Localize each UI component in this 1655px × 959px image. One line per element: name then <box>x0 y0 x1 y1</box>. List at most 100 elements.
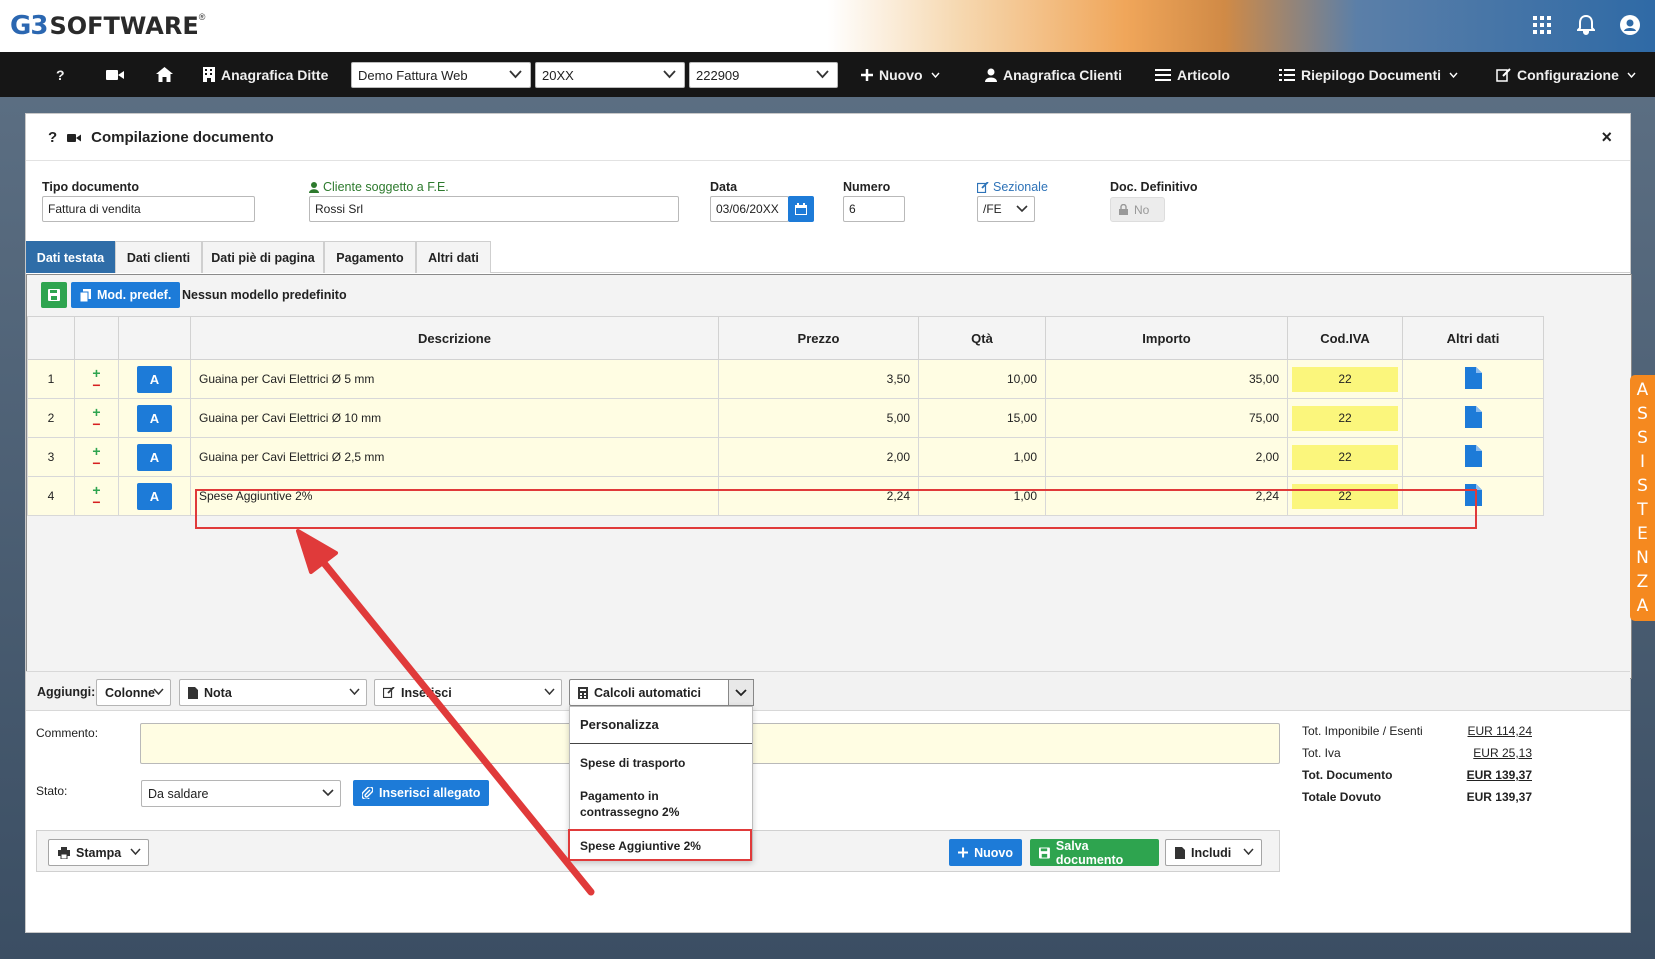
numero-value: 6 <box>849 202 856 216</box>
righe-table: Descrizione Prezzo Qtà Importo Cod.IVA A… <box>27 316 1544 516</box>
prezzo-cell[interactable]: 3,50 <box>718 359 919 399</box>
remove-row-icon[interactable]: − <box>75 456 118 470</box>
configurazione-menu[interactable]: Configurazione <box>1496 52 1642 97</box>
total-iva-value[interactable]: EUR 25,13 <box>1473 746 1532 760</box>
col-qta-header[interactable]: Qtà <box>918 316 1046 360</box>
home-icon[interactable] <box>156 52 179 97</box>
row-number: 3 <box>27 437 75 477</box>
descrizione-cell[interactable]: Guaina per Cavi Elettrici Ø 10 mm <box>190 398 719 438</box>
assistenza-letter: N <box>1636 548 1649 568</box>
qta-cell[interactable]: 1,00 <box>918 437 1046 477</box>
menu-item-spese-trasporto[interactable]: Spese di trasporto <box>570 755 752 771</box>
stato-select[interactable]: Da saldare <box>141 780 341 807</box>
grid-icon[interactable] <box>1531 14 1553 36</box>
company-select[interactable]: Demo Fattura Web <box>351 62 531 88</box>
sezionale-select[interactable]: /FE <box>977 196 1035 222</box>
cliente-label-text: Cliente soggetto a F.E. <box>323 180 449 194</box>
row-type-button[interactable]: A <box>137 482 172 510</box>
row-type-button[interactable]: A <box>137 365 172 393</box>
col-importo-header[interactable]: Importo <box>1045 316 1288 360</box>
cliente-label[interactable]: Cliente soggetto a F.E. <box>309 180 449 194</box>
remove-row-icon[interactable]: − <box>75 417 118 431</box>
floppy-icon <box>1039 847 1050 858</box>
col-cod-iva-header[interactable]: Cod.IVA <box>1287 316 1403 360</box>
assistenza-tab[interactable]: A S S I S T E N Z A <box>1630 375 1655 621</box>
sezionale-label[interactable]: Sezionale <box>977 180 1048 194</box>
descrizione-cell[interactable]: Guaina per Cavi Elettrici Ø 5 mm <box>190 359 719 399</box>
remove-row-icon[interactable]: − <box>75 495 118 509</box>
cod-iva-value: 22 <box>1292 366 1398 392</box>
modal-help-button[interactable]: ? <box>48 129 57 146</box>
document-icon[interactable] <box>1464 444 1482 467</box>
includi-button[interactable]: Includi <box>1165 839 1262 866</box>
salva-documento-button[interactable]: Salva documento <box>1030 839 1159 867</box>
cliente-field[interactable]: Rossi Srl <box>309 196 679 222</box>
tab-pagamento[interactable]: Pagamento <box>324 241 416 273</box>
inserisci-select[interactable]: Inserisci <box>374 679 562 706</box>
remove-row-icon[interactable]: − <box>75 378 118 392</box>
stampa-button[interactable]: Stampa <box>48 839 149 866</box>
cod-iva-cell[interactable]: 22 <box>1287 437 1403 477</box>
table-header-row: Descrizione Prezzo Qtà Importo Cod.IVA A… <box>27 316 1544 360</box>
plus-icon <box>958 847 969 858</box>
importo-cell: 35,00 <box>1045 359 1288 399</box>
tab-dati-pie-di-pagina[interactable]: Dati piè di pagina <box>202 241 324 273</box>
menu-item-pagamento-contrassegno[interactable]: Pagamento in contrassegno 2% <box>570 788 750 820</box>
nuovo-label: Nuovo <box>974 845 1013 860</box>
bell-icon[interactable] <box>1575 14 1597 36</box>
col-descrizione-header[interactable]: Descrizione <box>190 316 719 360</box>
doc-definitivo-toggle[interactable]: No <box>1110 197 1165 222</box>
help-button[interactable]: ? <box>56 52 65 97</box>
prezzo-cell[interactable]: 5,00 <box>718 398 919 438</box>
total-documento-value[interactable]: EUR 139,37 <box>1467 768 1532 782</box>
user-icon[interactable] <box>1619 14 1641 36</box>
year-select[interactable]: 20XX <box>535 62 685 88</box>
video-icon[interactable] <box>67 133 82 143</box>
video-icon[interactable] <box>106 52 130 97</box>
qta-cell[interactable]: 10,00 <box>918 359 1046 399</box>
row-type-button[interactable]: A <box>137 404 172 432</box>
data-label: Data <box>710 180 738 194</box>
row-type-button[interactable]: A <box>137 443 172 471</box>
anagrafica-clienti-link[interactable]: Anagrafica Clienti <box>985 52 1122 97</box>
inserisci-allegato-button[interactable]: Inserisci allegato <box>353 780 490 806</box>
prezzo-cell[interactable]: 2,00 <box>718 437 919 477</box>
file-icon <box>188 686 198 699</box>
tipo-documento-field[interactable]: Fattura di vendita <box>42 196 255 222</box>
cod-iva-cell[interactable]: 22 <box>1287 398 1403 438</box>
close-icon[interactable]: × <box>1601 127 1612 148</box>
nuovo-button[interactable]: Nuovo <box>949 839 1022 866</box>
tab-altri-dati[interactable]: Altri dati <box>416 241 491 273</box>
qta-cell[interactable]: 15,00 <box>918 398 1046 438</box>
g3-software-logo[interactable]: G3 SOFTWARE ® <box>10 10 205 42</box>
numero-field[interactable]: 6 <box>843 196 905 222</box>
articolo-link[interactable]: Articolo <box>1155 52 1230 97</box>
tipo-documento-value: Fattura di vendita <box>48 202 141 216</box>
nota-select[interactable]: Nota <box>179 679 367 706</box>
tab-dati-testata[interactable]: Dati testata <box>26 241 115 273</box>
total-imponibile-value[interactable]: EUR 114,24 <box>1468 724 1532 738</box>
calcoli-dropdown-toggle[interactable] <box>728 679 754 706</box>
code-select[interactable]: 222909 <box>689 62 838 88</box>
document-icon[interactable] <box>1464 366 1482 389</box>
calcoli-automatici-select[interactable]: Calcoli automatici <box>569 679 754 706</box>
colonne-select[interactable]: Colonne <box>96 679 171 706</box>
nuovo-menu[interactable]: Nuovo <box>861 52 946 97</box>
col-prezzo-header[interactable]: Prezzo <box>718 316 919 360</box>
cod-iva-cell[interactable]: 22 <box>1287 359 1403 399</box>
calendar-button[interactable] <box>788 196 814 222</box>
data-field[interactable]: 03/06/20XX <box>710 196 789 222</box>
document-icon[interactable] <box>1464 405 1482 428</box>
descrizione-cell[interactable]: Guaina per Cavi Elettrici Ø 2,5 mm <box>190 437 719 477</box>
save-model-button[interactable] <box>41 282 67 308</box>
menu-item-personalizza[interactable]: Personalizza <box>570 707 752 744</box>
riepilogo-documenti-menu[interactable]: Riepilogo Documenti <box>1279 52 1464 97</box>
col-altri-dati-header[interactable]: Altri dati <box>1402 316 1544 360</box>
total-iva-label: Tot. Iva <box>1302 746 1341 760</box>
stato-value: Da saldare <box>148 786 209 801</box>
copy-icon <box>80 288 91 302</box>
tab-dati-clienti[interactable]: Dati clienti <box>115 241 202 273</box>
anagrafica-ditte-link[interactable]: Anagrafica Ditte <box>203 52 328 97</box>
row-type-cell: A <box>118 398 191 438</box>
mod-predef-button[interactable]: Mod. predef. <box>71 282 181 308</box>
